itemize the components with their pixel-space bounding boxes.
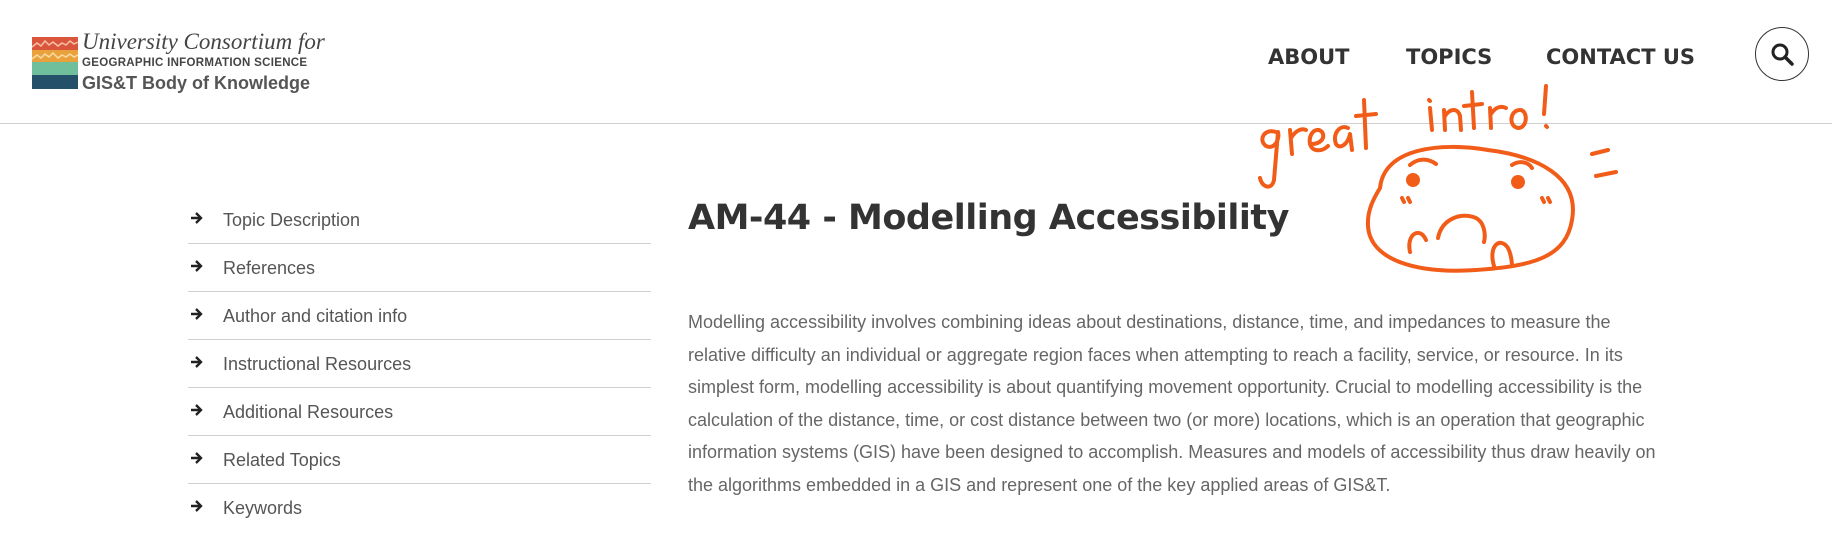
sidebar-item-references[interactable]: References xyxy=(188,244,651,292)
site-logo[interactable]: University Consortium for GEOGRAPHIC INF… xyxy=(32,30,332,96)
arrow-right-icon xyxy=(191,356,203,368)
sidebar-item-label: Topic Description xyxy=(223,210,361,230)
sidebar-item-additional-resources[interactable]: Additional Resources xyxy=(188,388,651,436)
sidebar-item-label: Additional Resources xyxy=(223,402,394,422)
site-header: University Consortium for GEOGRAPHIC INF… xyxy=(0,0,1832,124)
sidebar-item-keywords[interactable]: Keywords xyxy=(188,484,651,532)
search-button[interactable] xyxy=(1755,27,1832,114)
arrow-right-icon xyxy=(191,404,203,416)
sidebar-item-related-topics[interactable]: Related Topics xyxy=(188,436,651,484)
nav-about[interactable]: ABOUT xyxy=(1268,45,1350,69)
nav-contact-us[interactable]: CONTACT US xyxy=(1546,45,1695,69)
sidebar-item-label: Keywords xyxy=(223,498,303,518)
logo-mark-icon xyxy=(32,37,78,89)
arrow-right-icon xyxy=(191,308,203,320)
page-title: AM-44 - Modelling Accessibility xyxy=(688,198,1289,238)
arrow-right-icon xyxy=(191,500,203,512)
arrow-right-icon xyxy=(191,260,203,272)
logo-title: University Consortium for xyxy=(82,29,325,54)
logo-subtitle: GEOGRAPHIC INFORMATION SCIENCE xyxy=(82,57,308,69)
search-icon xyxy=(1771,43,1794,66)
sidebar-item-instructional-resources[interactable]: Instructional Resources xyxy=(188,340,651,388)
sidebar-item-topic-description[interactable]: Topic Description xyxy=(188,196,651,244)
sidebar-item-label: Instructional Resources xyxy=(223,354,412,374)
nav-topics[interactable]: TOPICS xyxy=(1406,45,1492,69)
search-button-circle xyxy=(1755,27,1809,81)
sidebar-item-label: Related Topics xyxy=(223,450,341,470)
topic-description-text: Modelling accessibility involves combini… xyxy=(688,312,1656,495)
sidebar-item-author-citation[interactable]: Author and citation info xyxy=(188,292,651,340)
logo-product: GIS&T Body of Knowledge xyxy=(82,72,310,93)
arrow-right-icon xyxy=(191,212,203,224)
sidebar-item-label: Author and citation info xyxy=(223,306,408,326)
sidebar-item-label: References xyxy=(223,258,316,278)
topic-sidebar: Topic Description References Author and … xyxy=(188,196,651,532)
arrow-right-icon xyxy=(191,452,203,464)
